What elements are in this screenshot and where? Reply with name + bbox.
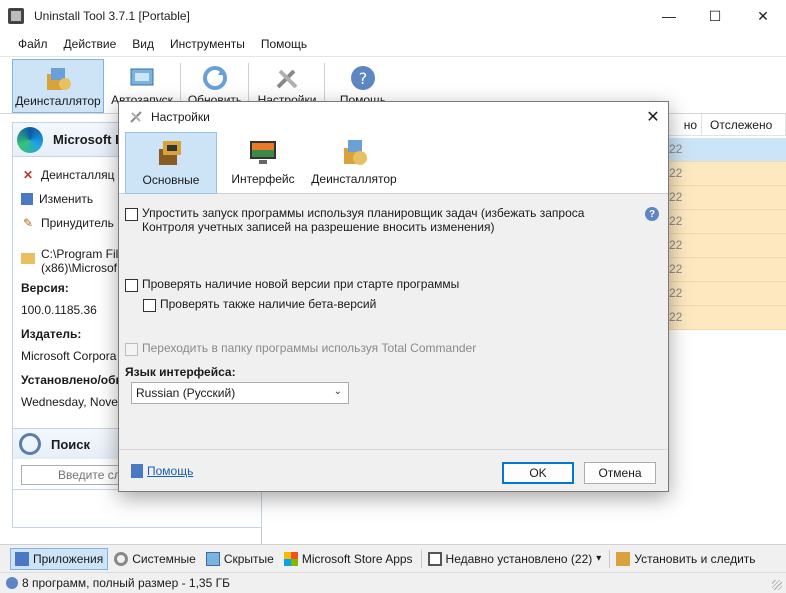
column-header-tracked[interactable]: Отслежено: [702, 114, 786, 136]
install-and-track-button[interactable]: Установить и следить: [612, 548, 759, 570]
apps-icon: [15, 551, 29, 566]
modify-icon: [21, 193, 33, 205]
tab-hidden[interactable]: Скрытые: [202, 548, 278, 570]
menu-tools[interactable]: Инструменты: [162, 37, 253, 51]
uninstaller-toolbar-button[interactable]: Деинсталлятор: [12, 59, 104, 113]
help-icon: ?: [351, 66, 375, 90]
language-label: Язык интерфейса:: [125, 365, 236, 379]
refresh-icon: [203, 66, 227, 90]
tab-recently-installed[interactable]: Недавно установлено (22) ▾: [424, 548, 606, 570]
menu-view[interactable]: Вид: [124, 37, 162, 51]
tools-icon: [130, 111, 142, 123]
list-row[interactable]: 22: [667, 138, 786, 162]
resize-grip[interactable]: [772, 580, 782, 590]
check-updates-checkbox[interactable]: [125, 279, 138, 292]
chevron-down-icon: ⌄: [333, 386, 342, 397]
tab-general[interactable]: Основные: [125, 132, 217, 194]
list-row[interactable]: 22: [667, 162, 786, 186]
folder-icon: [21, 253, 35, 264]
calendar-icon: [427, 551, 442, 566]
check-updates-option[interactable]: Проверять наличие новой версии при старт…: [125, 277, 459, 292]
settings-dialog: Настройки ✕ Основные Интерфейс Деинсталл…: [118, 101, 669, 492]
uninstaller-icon: [47, 68, 71, 90]
book-icon: [131, 464, 143, 478]
tab-interface[interactable]: Интерфейс: [223, 132, 303, 194]
tab-uninstaller[interactable]: Деинсталлятор: [309, 132, 399, 194]
tabs-separator: [420, 549, 422, 568]
total-commander-option: Переходить в папку программы используя T…: [125, 341, 476, 356]
dialog-title: Настройки: [151, 110, 210, 124]
category-tabs: Приложения Системные Скрытые Microsoft S…: [0, 544, 786, 572]
dialog-footer: Помощь OK Отмена: [119, 449, 668, 491]
app-icon: [8, 8, 24, 24]
help-icon[interactable]: ?: [645, 207, 659, 221]
list-row[interactable]: 22: [667, 210, 786, 234]
monitor-icon: [250, 141, 276, 164]
info-icon: [6, 577, 18, 589]
tab-system[interactable]: Системные: [110, 548, 200, 570]
gear-icon: [114, 551, 129, 566]
uninstall-x-icon: ✕: [22, 168, 34, 182]
list-row[interactable]: 22: [667, 282, 786, 306]
total-commander-checkbox: [125, 343, 138, 356]
window-title: Uninstall Tool 3.7.1 [Portable]: [34, 9, 190, 23]
maximize-button[interactable]: ☐: [692, 0, 738, 32]
tools-icon: [276, 69, 298, 89]
ok-button[interactable]: OK: [502, 462, 574, 484]
status-text: 8 программ, полный размер - 1,35 ГБ: [22, 576, 230, 590]
dialog-close-button[interactable]: ✕: [638, 102, 668, 132]
menu-action[interactable]: Действие: [56, 37, 125, 51]
check-beta-option[interactable]: Проверять также наличие бета-версий: [143, 297, 376, 312]
tab-apps[interactable]: Приложения: [10, 547, 109, 570]
list-row[interactable]: 22: [667, 258, 786, 282]
list-row[interactable]: 22: [667, 306, 786, 330]
scheduler-option[interactable]: Упростить запуск программы используя пла…: [125, 206, 584, 234]
uninstaller-icon: [344, 140, 367, 165]
edge-icon: [17, 126, 43, 153]
help-link[interactable]: Помощь: [131, 464, 193, 478]
hidden-icon: [205, 551, 220, 566]
dialog-title-bar: Настройки ✕: [119, 102, 668, 132]
check-beta-checkbox[interactable]: [143, 299, 156, 312]
list-row[interactable]: 22: [667, 186, 786, 210]
scheduler-checkbox[interactable]: [125, 208, 138, 221]
status-bar: 8 программ, полный размер - 1,35 ГБ: [0, 572, 786, 593]
broom-icon: ✎: [22, 216, 34, 230]
menu-bar: Файл Действие Вид Инструменты Помощь: [0, 32, 786, 56]
list-row[interactable]: 22: [667, 234, 786, 258]
cancel-button[interactable]: Отмена: [584, 462, 656, 484]
autorun-icon: [130, 68, 154, 86]
windows-logo-icon: [283, 551, 298, 566]
magnifier-icon: [19, 433, 41, 455]
package-icon: [616, 551, 631, 566]
dropdown-arrow-icon: ▾: [596, 553, 602, 564]
minimize-button[interactable]: —: [646, 0, 692, 32]
dialog-tabs: Основные Интерфейс Деинсталлятор: [119, 132, 668, 194]
svg-text:?: ?: [359, 69, 368, 88]
tabs-separator: [609, 549, 611, 568]
menu-file[interactable]: Файл: [0, 37, 56, 51]
language-select[interactable]: Russian (Русский) ⌄: [131, 382, 349, 404]
title-bar: Uninstall Tool 3.7.1 [Portable] — ☐ ✕: [0, 0, 786, 32]
app-name: Microsoft E: [53, 132, 124, 147]
dialog-body: Упростить запуск программы используя пла…: [119, 194, 668, 449]
general-settings-icon: [159, 141, 181, 165]
tab-store-apps[interactable]: Microsoft Store Apps: [280, 548, 417, 570]
close-button[interactable]: ✕: [740, 0, 786, 32]
menu-help[interactable]: Помощь: [253, 37, 315, 51]
